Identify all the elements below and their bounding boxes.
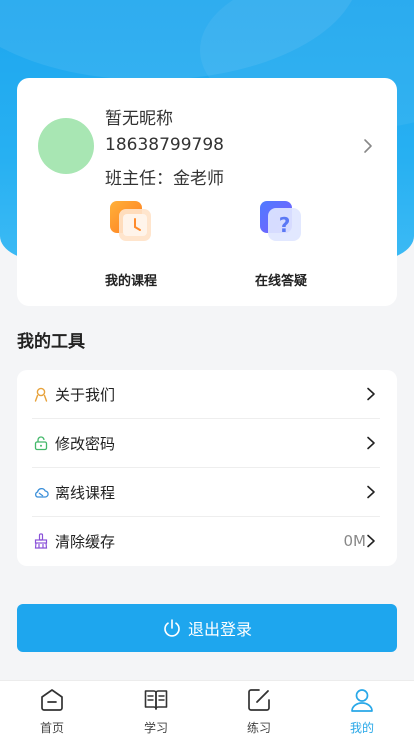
tool-item-change-password[interactable]: 修改密码	[17, 419, 397, 468]
class-teacher: 班主任：金老师	[105, 169, 224, 189]
tool-item-offline-courses[interactable]: 离线课程	[17, 468, 397, 517]
tab-label: 练习	[246, 721, 271, 735]
tab-label: 首页	[39, 721, 64, 735]
user-icon	[351, 689, 373, 712]
phone-number: 18638799798	[105, 135, 224, 155]
cache-size: 0M	[343, 532, 367, 550]
home-icon	[41, 689, 63, 711]
cloud-icon	[35, 487, 49, 498]
chevron-right-icon	[367, 534, 375, 548]
chevron-right-icon	[367, 436, 375, 450]
tool-item-label: 关于我们	[55, 386, 116, 404]
course-clock-icon	[110, 201, 151, 241]
tool-item-label: 清除缓存	[55, 533, 116, 551]
tools-list: 关于我们 修改密码 离线课程 清除缓存 0M	[17, 370, 397, 566]
tools-section-title: 我的工具	[17, 332, 85, 352]
broom-icon	[34, 533, 48, 549]
lock-icon	[34, 436, 48, 451]
tab-practice[interactable]: 练习	[229, 687, 289, 736]
edit-icon	[248, 689, 270, 711]
chevron-right-icon[interactable]	[360, 138, 376, 154]
chevron-right-icon	[367, 387, 375, 401]
nickname: 暂无昵称	[105, 109, 173, 129]
bottom-tab-bar: 首页 学习 练习 我的	[0, 680, 414, 736]
question-icon: ?	[260, 201, 301, 241]
online-qa-button[interactable]: ? 在线答疑	[231, 200, 331, 289]
tool-item-clear-cache[interactable]: 清除缓存 0M	[17, 517, 397, 566]
tab-study[interactable]: 学习	[126, 687, 186, 736]
chevron-right-icon	[367, 485, 375, 499]
online-qa-label: 在线答疑	[254, 274, 307, 289]
svg-text:?: ?	[279, 213, 291, 237]
user-badge-icon	[34, 387, 48, 402]
avatar[interactable]	[38, 118, 94, 174]
tab-label: 我的	[349, 721, 374, 735]
my-courses-label: 我的课程	[104, 274, 157, 289]
logout-button[interactable]: 退出登录	[17, 604, 397, 652]
my-courses-button[interactable]: 我的课程	[81, 200, 181, 289]
tool-item-label: 修改密码	[55, 435, 116, 453]
tool-item-about-us[interactable]: 关于我们	[17, 370, 397, 419]
book-icon	[144, 690, 168, 710]
tab-home[interactable]: 首页	[22, 687, 82, 736]
tab-mine[interactable]: 我的	[332, 687, 392, 736]
tool-item-label: 离线课程	[55, 484, 116, 502]
tab-label: 学习	[143, 721, 168, 735]
profile-card[interactable]: 暂无昵称 18638799798 班主任：金老师 我的课程 ? 在线答疑	[17, 78, 397, 306]
logout-label: 退出登录	[187, 620, 252, 639]
power-icon	[164, 619, 180, 637]
